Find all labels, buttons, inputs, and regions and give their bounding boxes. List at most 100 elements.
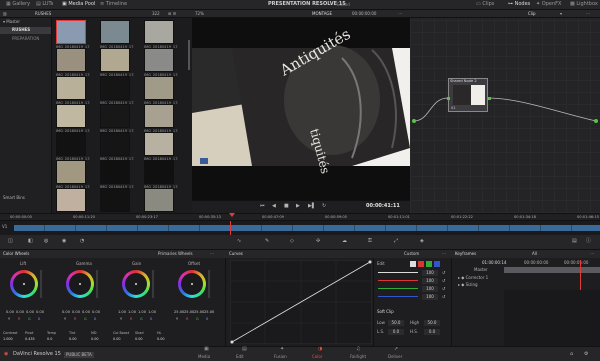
curve-intensity-field[interactable]: 100 xyxy=(422,294,438,300)
keyframe-timecode[interactable]: 01:00:00:14 xyxy=(482,261,506,265)
viewer[interactable]: Antiquités tiquités xyxy=(192,18,410,200)
tab-lightbox[interactable]: ▩ Lightbox xyxy=(570,1,598,7)
home-icon[interactable]: ⌂ xyxy=(570,352,573,357)
sidebar-toggle-icon[interactable]: ▥ xyxy=(3,12,7,16)
wheel-value[interactable]: 1.00 xyxy=(118,310,126,315)
loop-icon[interactable]: ↻ xyxy=(322,204,326,209)
wheel-value[interactable]: 0.00 xyxy=(72,310,80,315)
clip-thumbnail[interactable] xyxy=(100,20,130,44)
wheel-value[interactable]: 0.00 xyxy=(26,310,34,315)
wheel-value[interactable]: 0.00 xyxy=(16,310,24,315)
reset-icon[interactable]: ↺ xyxy=(442,287,445,291)
tracker-icon[interactable]: ✣ xyxy=(316,239,320,244)
key-icon[interactable]: ⚿ xyxy=(368,239,372,244)
adjustment-value[interactable]: 0.00 xyxy=(135,337,143,341)
wheel-value[interactable]: 1.00 xyxy=(148,310,156,315)
page-tab-color[interactable]: ◑ Color xyxy=(304,347,338,361)
channel-r-swatch[interactable] xyxy=(418,261,424,267)
keyframe-area[interactable] xyxy=(504,290,600,346)
clip-thumbnail[interactable] xyxy=(56,160,86,184)
playhead[interactable] xyxy=(230,221,231,235)
reset-icon[interactable]: ↺ xyxy=(442,271,445,275)
clip-grid-scrollbar[interactable] xyxy=(188,40,190,70)
settings-icon[interactable]: ⚙ xyxy=(584,352,588,357)
mini-timeline-ruler[interactable]: 00:00:00:00 00:00:11:20 00:00:23:17 00:00:3… xyxy=(0,213,600,221)
zoom-level[interactable]: 72% xyxy=(195,12,204,16)
curve-intensity-slider[interactable] xyxy=(378,280,418,281)
wheels-mode-select[interactable]: Primaries Wheels xyxy=(158,252,193,256)
wheel-center-dot[interactable] xyxy=(23,283,25,285)
channel-y-swatch[interactable] xyxy=(410,261,416,267)
clip-thumbnail[interactable] xyxy=(100,76,130,100)
clip-thumbnail[interactable] xyxy=(100,104,130,128)
motion-effects-icon[interactable]: ◔ xyxy=(80,239,84,244)
curve-graph[interactable] xyxy=(230,260,372,344)
clip-thumbnail[interactable] xyxy=(56,20,86,44)
adjustment-value[interactable]: 0.00 xyxy=(157,337,165,341)
clip-thumbnail[interactable] xyxy=(56,132,86,156)
color-wheel[interactable] xyxy=(122,270,150,298)
adjustment-value[interactable]: 0.00 xyxy=(91,337,99,341)
clip-thumbnail[interactable] xyxy=(100,160,130,184)
tab-timeline[interactable]: ≡ Timeline xyxy=(100,1,127,7)
sizing-icon[interactable]: ⤢ xyxy=(394,239,398,244)
timeline-clips[interactable] xyxy=(14,225,600,231)
curve-intensity-slider[interactable] xyxy=(378,288,418,289)
wheel-center-dot[interactable] xyxy=(191,283,193,285)
wheel-value[interactable]: 25.00 xyxy=(184,310,194,315)
wheel-value[interactable]: 0.00 xyxy=(82,310,90,315)
page-tab-media[interactable]: ▣ Media xyxy=(190,347,224,361)
clip-thumbnail[interactable] xyxy=(56,48,86,72)
playhead-marker[interactable] xyxy=(229,213,235,217)
bin-item-rushes[interactable]: RUSHES xyxy=(0,27,51,34)
adjustment-value[interactable]: 0.00 xyxy=(113,337,121,341)
chevron-down-icon[interactable]: ▾ xyxy=(560,12,562,16)
curve-point-black[interactable] xyxy=(230,340,234,344)
adjustment-value[interactable]: 0.0 xyxy=(47,337,52,341)
wheel-value[interactable]: 0.00 xyxy=(92,310,100,315)
color-wheel[interactable] xyxy=(178,270,206,298)
master-wheel-slider[interactable] xyxy=(96,270,98,298)
clip-thumbnail[interactable] xyxy=(144,160,174,184)
wheel-value[interactable]: 25.00 xyxy=(204,310,214,315)
qualifier-icon[interactable]: ✎ xyxy=(265,239,269,244)
reset-icon[interactable]: ↺ xyxy=(442,279,445,283)
rgb-mixer-icon[interactable]: ◉ xyxy=(62,239,66,244)
step-back-icon[interactable]: ◀ xyxy=(272,204,276,209)
window-icon[interactable]: ◇ xyxy=(290,239,294,244)
hs-field[interactable]: 0.0 xyxy=(424,329,440,335)
tab-clips[interactable]: ▭ Clips xyxy=(476,1,494,7)
clip-thumbnail[interactable] xyxy=(144,188,174,212)
node-output[interactable] xyxy=(488,97,491,100)
camera-raw-icon[interactable]: ◫ xyxy=(8,239,13,244)
tab-openfx[interactable]: ✦ OpenFX xyxy=(536,1,561,7)
curves-icon[interactable]: ∿ xyxy=(237,239,241,244)
step-forward-icon[interactable]: ▶▌ xyxy=(308,204,316,209)
wheel-value[interactable]: 1.00 xyxy=(128,310,136,315)
node-graph[interactable]: Shared Node 2 01 xyxy=(410,18,600,213)
low-field[interactable]: 50.0 xyxy=(388,320,404,326)
wheel-value[interactable]: 0.00 xyxy=(62,310,70,315)
curve-intensity-field[interactable]: 100 xyxy=(422,278,438,284)
tab-luts[interactable]: ▤ LUTs xyxy=(36,1,53,7)
keyframes-filter[interactable]: All xyxy=(532,252,537,256)
node-mode-select[interactable]: Clip xyxy=(528,12,536,16)
clip-thumbnail[interactable] xyxy=(56,104,86,128)
wheel-value[interactable]: 0.00 xyxy=(36,310,44,315)
color-wheels-icon[interactable]: ◎ xyxy=(44,239,48,244)
more-options-icon[interactable]: ⋯ xyxy=(442,252,446,256)
clip-thumbnail[interactable] xyxy=(144,132,174,156)
keyframe-row-sizing[interactable]: ▸ ◆ Sizing xyxy=(458,283,478,287)
master-track-bar[interactable] xyxy=(504,267,600,273)
keyframe-playhead[interactable] xyxy=(580,260,581,290)
clip-thumbnail[interactable] xyxy=(144,48,174,72)
play-icon[interactable]: ▶ xyxy=(296,204,300,209)
reset-icon[interactable]: ↺ xyxy=(442,295,445,299)
page-tab-deliver[interactable]: ➚ Deliver xyxy=(380,347,414,361)
wheel-center-dot[interactable] xyxy=(79,283,81,285)
page-tab-fairlight[interactable]: ♫ Fairlight xyxy=(342,347,376,361)
master-wheel-slider[interactable] xyxy=(152,270,154,298)
curve-point-white[interactable] xyxy=(368,260,372,264)
curve-intensity-field[interactable]: 100 xyxy=(422,270,438,276)
adjustment-value[interactable]: 0.00 xyxy=(69,337,77,341)
